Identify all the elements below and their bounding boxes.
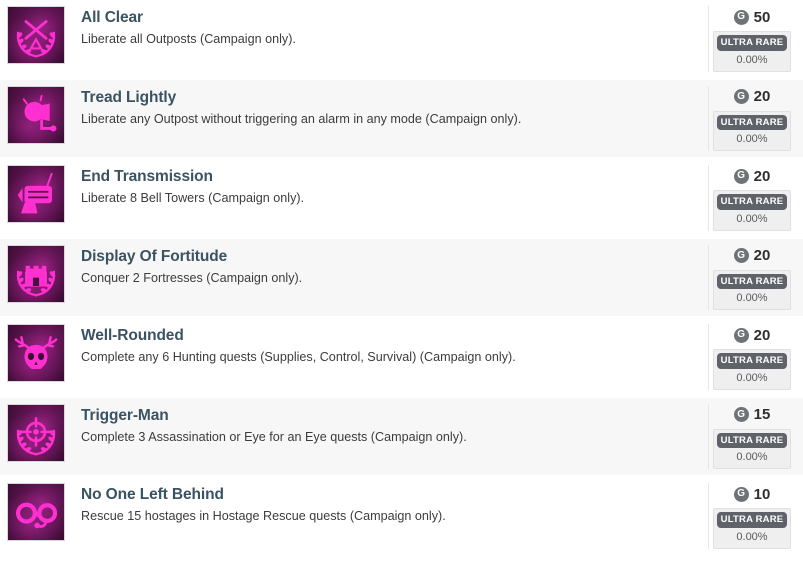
gamerscore: G 20 [733, 87, 771, 107]
handcuffs-icon[interactable] [7, 483, 65, 541]
rarity-badge: ULTRA RARE [717, 432, 787, 448]
gamerscore-value: 20 [753, 326, 771, 344]
achievement-title: Tread Lightly [81, 88, 177, 106]
gamerscore-value: 20 [753, 88, 771, 105]
achievement-description: Complete any 6 Hunting quests (Supplies,… [81, 350, 516, 365]
gamerscore: G 20 [733, 246, 771, 266]
gamerscore-value: 10 [753, 485, 771, 503]
gamerscore-value: 15 [753, 406, 771, 423]
achievement-text-block: Tread Lightly Liberate any Outpost witho… [65, 86, 625, 129]
achievement-score-column: G 50 ULTRA RARE 0.00% [708, 6, 803, 72]
achievement-description: Conquer 2 Fortresses (Campaign only). [81, 270, 303, 285]
achievement-title: All Clear [81, 9, 143, 26]
achievement-text-block: Trigger-Man Complete 3 Assassination or … [65, 404, 625, 447]
achievement-score-column: G 20 ULTRA RARE 0.00% [708, 165, 803, 231]
rarity-percent: 0.00% [736, 133, 768, 145]
gamerscore-g-icon: G [733, 486, 749, 502]
achievement-title: No One Left Behind [81, 486, 224, 503]
rarity-box: ULTRA RARE 0.00% [713, 349, 791, 390]
rarity-percent: 0.00% [736, 530, 768, 543]
gamerscore: G 20 [733, 325, 771, 345]
rarity-badge: ULTRA RARE [717, 273, 787, 289]
gamerscore-value: 50 [753, 8, 771, 26]
gamerscore-g-icon: G [733, 327, 749, 343]
rarity-percent: 0.00% [736, 53, 768, 66]
achievement-row-3[interactable]: End Transmission Liberate 8 Bell Towers … [0, 159, 803, 239]
crosshair-laurel-icon[interactable] [7, 403, 65, 462]
achievement-title: Display Of Fortitude [81, 247, 228, 265]
rarity-badge: ULTRA RARE [717, 512, 787, 528]
achievement-score-column: G 10 ULTRA RARE 0.00% [708, 483, 803, 549]
rarity-box: ULTRA RARE 0.00% [713, 110, 791, 151]
achievement-row-2[interactable]: Tread Lightly Liberate any Outpost witho… [0, 79, 803, 159]
achievement-title: Well-Rounded [81, 327, 184, 344]
rarity-badge: ULTRA RARE [717, 35, 787, 51]
achievement-text-block: Display Of Fortitude Conquer 2 Fortresse… [65, 245, 625, 288]
achievement-list: All Clear Liberate all Outposts (Campaig… [0, 0, 803, 557]
gamerscore-g-icon: G [733, 9, 749, 25]
achievement-row-5[interactable]: Well-Rounded Complete any 6 Hunting ques… [0, 318, 803, 398]
achievement-text-block: Well-Rounded Complete any 6 Hunting ques… [65, 324, 625, 367]
gamerscore-value: 20 [753, 167, 771, 185]
rarity-percent: 0.00% [736, 292, 768, 304]
gamerscore: G 20 [733, 166, 771, 186]
gamerscore-value: 20 [753, 247, 771, 264]
achievement-row-4[interactable]: Display Of Fortitude Conquer 2 Fortresse… [0, 238, 803, 318]
rarity-box: ULTRA RARE 0.00% [713, 190, 791, 231]
achievement-description: Complete 3 Assassination or Eye for an E… [81, 429, 467, 444]
rarity-box: ULTRA RARE 0.00% [713, 508, 791, 549]
achievement-description: Liberate all Outposts (Campaign only). [81, 32, 296, 47]
rarity-badge: ULTRA RARE [717, 114, 787, 130]
rarity-percent: 0.00% [736, 371, 768, 384]
gamerscore-g-icon: G [733, 168, 749, 184]
achievement-score-column: G 20 ULTRA RARE 0.00% [708, 324, 803, 390]
gamerscore: G 10 [733, 484, 771, 504]
rarity-box: ULTRA RARE 0.00% [713, 428, 791, 469]
fortress-laurel-icon[interactable] [7, 244, 65, 303]
achievement-title: Trigger-Man [81, 406, 169, 424]
rarity-box: ULTRA RARE 0.00% [713, 31, 791, 72]
gamerscore: G 15 [733, 405, 771, 425]
gamerscore-g-icon: G [733, 89, 749, 104]
rarity-badge: ULTRA RARE [717, 353, 787, 369]
achievement-text-block: No One Left Behind Rescue 15 hostages in… [65, 483, 625, 526]
achievement-row-1[interactable]: All Clear Liberate all Outposts (Campaig… [0, 0, 803, 80]
gamerscore: G 50 [733, 7, 771, 27]
achievement-text-block: All Clear Liberate all Outposts (Campaig… [65, 6, 625, 49]
crossed-rifles-laurel-icon[interactable] [7, 6, 65, 64]
rarity-percent: 0.00% [736, 451, 768, 463]
achievement-row-6[interactable]: Trigger-Man Complete 3 Assassination or … [0, 397, 803, 477]
achievement-score-column: G 20 ULTRA RARE 0.00% [708, 244, 803, 310]
antlered-skull-icon[interactable] [7, 324, 65, 382]
achievement-text-block: End Transmission Liberate 8 Bell Towers … [65, 165, 625, 208]
gamerscore-g-icon: G [733, 407, 749, 422]
rarity-box: ULTRA RARE 0.00% [713, 269, 791, 310]
achievement-score-column: G 20 ULTRA RARE 0.00% [708, 85, 803, 151]
achievement-row-7[interactable]: No One Left Behind Rescue 15 hostages in… [0, 477, 803, 557]
radio-transmitter-icon[interactable] [7, 165, 65, 223]
achievement-score-column: G 15 ULTRA RARE 0.00% [708, 403, 803, 469]
achievement-description: Rescue 15 hostages in Hostage Rescue que… [81, 509, 446, 524]
alarm-siren-icon[interactable] [7, 85, 65, 144]
achievement-title: End Transmission [81, 168, 213, 185]
gamerscore-g-icon: G [733, 248, 749, 263]
achievement-description: Liberate any Outpost without triggering … [81, 111, 522, 126]
rarity-badge: ULTRA RARE [717, 194, 787, 210]
achievement-description: Liberate 8 Bell Towers (Campaign only). [81, 191, 305, 206]
rarity-percent: 0.00% [736, 212, 768, 225]
